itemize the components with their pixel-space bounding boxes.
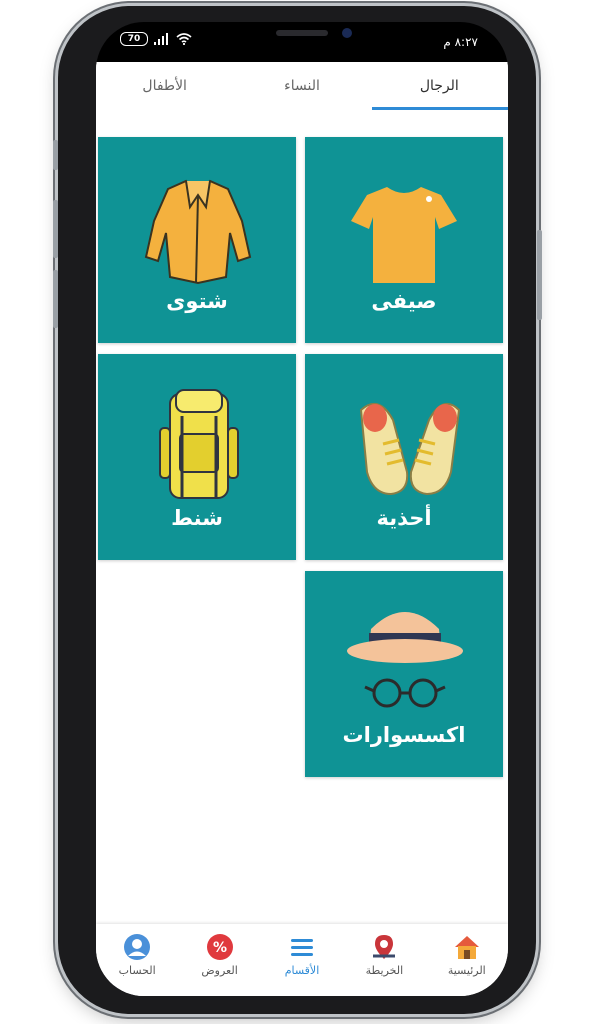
nav-map[interactable]: الخريطة <box>343 924 425 996</box>
nav-label: العروض <box>201 964 238 977</box>
nav-label: الحساب <box>118 964 156 977</box>
category-label: أحذية <box>376 506 432 530</box>
category-grid: صيفى شتوى أحذية شنط اكسسوارات <box>96 115 508 815</box>
nav-account[interactable]: الحساب <box>96 924 178 996</box>
battery-icon: 70 <box>120 32 148 46</box>
category-tile-winter[interactable]: شتوى <box>98 137 296 343</box>
front-camera <box>342 28 352 38</box>
category-label: اكسسوارات <box>342 723 466 747</box>
category-label: شتوى <box>166 289 228 313</box>
svg-text:%: % <box>213 940 227 956</box>
status-time: ٨:٢٧ م <box>443 35 478 49</box>
category-label: صيفى <box>371 289 437 313</box>
tab-men[interactable]: الرجال <box>371 62 508 110</box>
nav-offers[interactable]: % العروض <box>178 924 260 996</box>
category-tile-shoes[interactable]: أحذية <box>305 354 503 560</box>
menu-icon <box>290 939 313 956</box>
wifi-icon <box>176 33 192 45</box>
tab-women[interactable]: النساء <box>233 62 370 110</box>
map-icon <box>373 935 396 959</box>
category-tile-summer[interactable]: صيفى <box>305 137 503 343</box>
nav-label: الخريطة <box>365 964 404 977</box>
home-icon <box>454 936 479 959</box>
category-tile-accessories[interactable]: اكسسوارات <box>305 571 503 777</box>
phone-side-button <box>53 140 58 170</box>
phone-volume-down-button <box>53 270 58 328</box>
app-content: الرجال النساء الأطفال صيفى شتوى أحذية شن… <box>96 62 508 996</box>
status-icons: 70 <box>120 32 192 46</box>
category-tile-bags[interactable]: شنط <box>98 354 296 560</box>
signal-icon <box>154 33 168 45</box>
active-tab-indicator <box>372 107 508 110</box>
phone-screen: 70 ٨:٢٧ م الرجال النساء الأطفال صيفى شتو… <box>96 22 508 996</box>
user-icon <box>124 934 151 960</box>
nav-home[interactable]: الرئيسية <box>426 924 508 996</box>
nav-label: الأقسام <box>284 964 320 977</box>
nav-label: الرئيسية <box>447 964 486 977</box>
category-label: شنط <box>171 506 223 530</box>
phone-power-button <box>537 230 542 320</box>
offers-percent-icon: % <box>206 934 233 960</box>
speaker <box>276 30 328 36</box>
notch <box>242 22 362 52</box>
phone-volume-up-button <box>53 200 58 258</box>
tab-kids[interactable]: الأطفال <box>96 62 233 110</box>
nav-categories[interactable]: الأقسام <box>261 924 343 996</box>
bottom-nav: الرئيسية الخريطة الأقسام % العروض الحساب <box>96 924 508 996</box>
gender-tabs: الرجال النساء الأطفال <box>96 62 508 110</box>
